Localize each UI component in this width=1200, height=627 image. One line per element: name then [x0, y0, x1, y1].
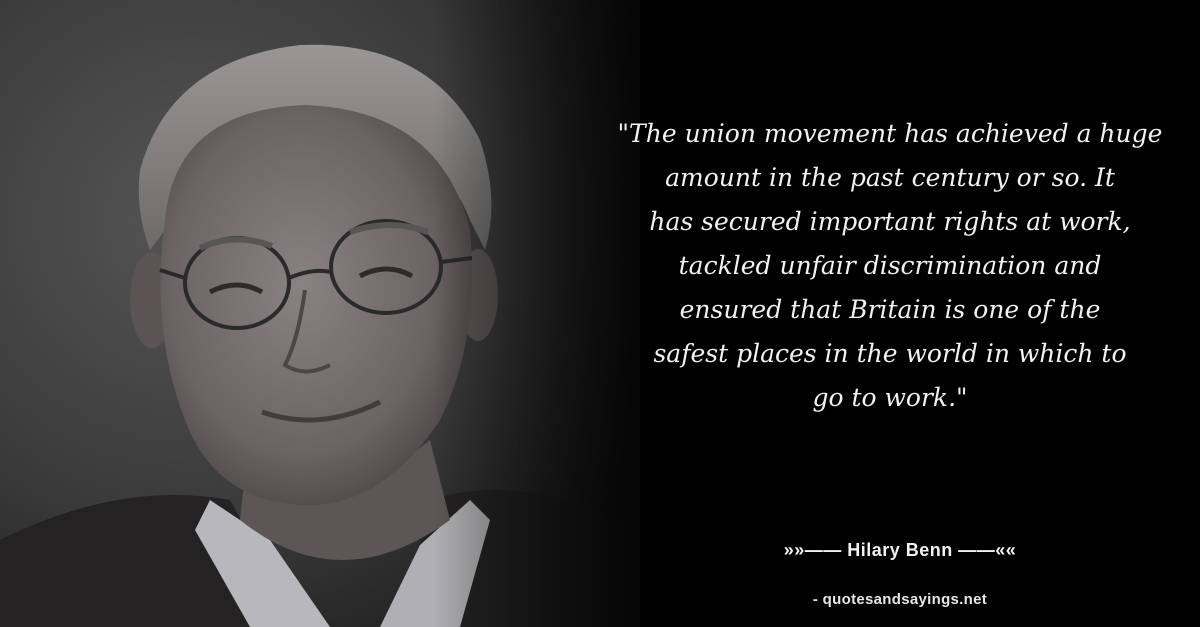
source-credit: - quotesandsayings.net: [812, 591, 988, 608]
author-portrait: [0, 0, 640, 627]
quote-line: amount in the past century or so. It: [665, 163, 1115, 192]
quote-line: has secured important rights at work,: [649, 207, 1131, 236]
quote-line: "The union movement has achieved a huge: [617, 119, 1163, 148]
quote-author: »»—— Hilary Benn ——««: [783, 540, 1017, 560]
quote-line: safest places in the world in which to: [653, 339, 1127, 368]
quote-line: ensured that Britain is one of the: [679, 295, 1101, 324]
quote-line: go to work.": [812, 383, 968, 412]
quote-text: "The union movement has achieved a huge …: [610, 112, 1170, 420]
quote-line: tackled unfair discrimination and: [678, 251, 1102, 280]
quote-card: "The union movement has achieved a huge …: [0, 0, 1200, 627]
